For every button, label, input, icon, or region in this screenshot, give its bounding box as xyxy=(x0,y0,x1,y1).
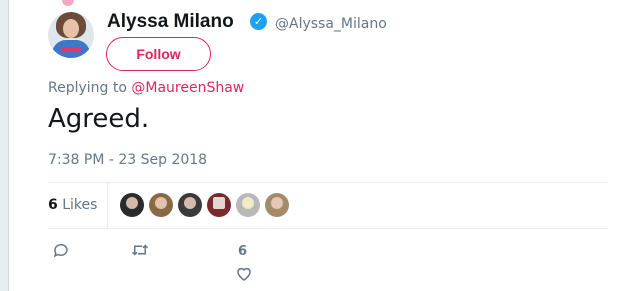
liker-avatar[interactable] xyxy=(265,193,289,217)
divider xyxy=(48,182,608,183)
reply-button[interactable] xyxy=(50,241,72,263)
thread-connector xyxy=(62,0,74,6)
reply-icon xyxy=(52,241,70,263)
reply-context-prefix: Replying to xyxy=(48,80,132,96)
like-count: 6 xyxy=(238,244,248,259)
display-name[interactable]: Alyssa Milano xyxy=(107,11,234,33)
liker-avatar[interactable] xyxy=(149,193,173,217)
reply-context: Replying to @MaureenShaw xyxy=(48,80,244,96)
follow-button[interactable]: Follow xyxy=(106,37,211,71)
window-left-edge xyxy=(0,0,8,291)
liker-avatars xyxy=(120,193,294,217)
divider xyxy=(48,228,608,229)
tweet-actions: 6 xyxy=(48,238,608,288)
liker-avatar[interactable] xyxy=(178,193,202,217)
like-button[interactable] xyxy=(233,265,255,287)
likes-count: 6 xyxy=(48,197,58,213)
retweet-icon xyxy=(130,241,150,263)
reply-mention-link[interactable]: @MaureenShaw xyxy=(131,80,244,96)
liker-avatar[interactable] xyxy=(236,193,260,217)
retweet-button[interactable] xyxy=(128,241,152,263)
avatar[interactable] xyxy=(48,12,94,58)
likes-label: Likes xyxy=(57,197,98,213)
liker-avatar[interactable] xyxy=(120,193,144,217)
heart-icon xyxy=(235,265,253,287)
tweet-timestamp[interactable]: 7:38 PM - 23 Sep 2018 xyxy=(48,152,207,168)
liker-avatar[interactable] xyxy=(207,193,231,217)
tweet-text: Agreed. xyxy=(48,104,150,134)
likes-stat[interactable]: 6 Likes xyxy=(48,197,97,213)
window-left-border xyxy=(8,0,9,291)
verified-badge-icon: ✓ xyxy=(250,13,267,30)
stat-separator xyxy=(107,183,108,228)
user-handle[interactable]: @Alyssa_Milano xyxy=(275,16,387,32)
